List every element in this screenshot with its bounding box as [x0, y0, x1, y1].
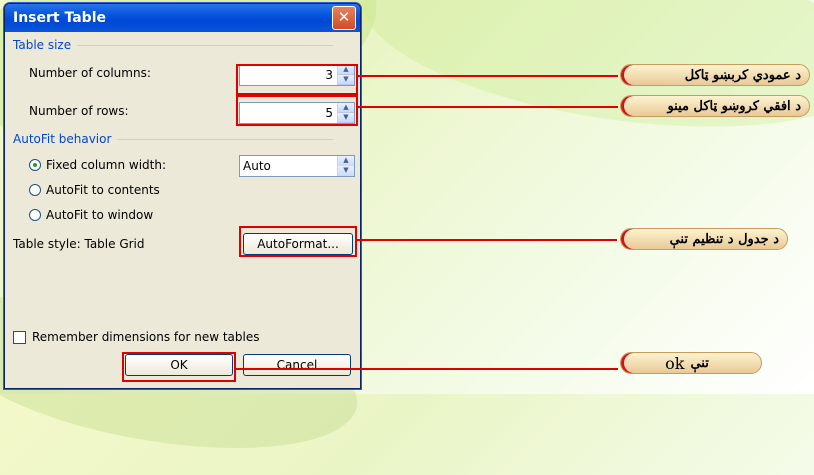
rows-row: Number of rows: — [29, 104, 129, 118]
remember-dimensions-label: Remember dimensions for new tables — [32, 330, 260, 344]
spin-up-icon[interactable]: ▲ — [338, 156, 354, 166]
autofit-contents-label: AutoFit to contents — [46, 183, 160, 197]
columns-connector — [358, 75, 618, 77]
radio-icon[interactable] — [29, 209, 41, 221]
table-style-text: Table style: Table Grid — [13, 237, 145, 251]
rows-connector — [358, 106, 618, 108]
columns-row: Number of columns: — [29, 66, 151, 80]
fixed-width-select[interactable]: Auto ▲ ▼ — [239, 155, 355, 177]
select-arrows[interactable]: ▲ ▼ — [337, 156, 354, 176]
cancel-button[interactable]: Cancel — [243, 354, 351, 376]
columns-label: Number of columns: — [29, 66, 151, 80]
ok-connector — [236, 368, 618, 370]
remember-dimensions-row[interactable]: Remember dimensions for new tables — [13, 330, 260, 344]
dialog-titlebar: Insert Table ✕ — [5, 4, 360, 32]
autofit-heading: AutoFit behavior — [13, 132, 333, 146]
style-callout: د جدول د تنظیم تنې — [620, 228, 788, 250]
columns-highlight — [236, 64, 358, 95]
columns-callout: د عمودي کربښو ټاکل — [620, 64, 810, 86]
rows-highlight — [236, 95, 358, 126]
fixed-width-label: Fixed column width: — [46, 158, 167, 172]
ok-callout: ok تنې — [620, 352, 762, 374]
insert-table-dialog: Insert Table ✕ Table size Number of colu… — [4, 3, 361, 389]
style-connector — [357, 239, 617, 241]
rows-callout: د افقي کروښو ټاکل مینو — [620, 95, 810, 117]
ok-callout-text: تنې — [690, 355, 709, 371]
close-button[interactable]: ✕ — [332, 6, 356, 30]
fixed-width-option[interactable]: Fixed column width: — [29, 158, 166, 172]
radio-selected-icon[interactable] — [29, 159, 41, 171]
autoformat-highlight — [239, 226, 357, 257]
dialog-title: Insert Table — [13, 10, 106, 26]
ok-highlight — [122, 352, 236, 382]
spin-down-icon[interactable]: ▼ — [338, 166, 354, 176]
autofit-window-option[interactable]: AutoFit to window — [29, 208, 153, 222]
close-icon: ✕ — [337, 8, 351, 26]
checkbox-icon[interactable] — [13, 330, 26, 344]
ok-callout-latin: ok — [665, 353, 685, 373]
fixed-width-value: Auto — [243, 159, 271, 173]
radio-icon[interactable] — [29, 184, 41, 196]
rows-label: Number of rows: — [29, 104, 129, 118]
autofit-window-label: AutoFit to window — [46, 208, 154, 222]
autofit-contents-option[interactable]: AutoFit to contents — [29, 183, 160, 197]
table-size-heading: Table size — [13, 38, 333, 52]
